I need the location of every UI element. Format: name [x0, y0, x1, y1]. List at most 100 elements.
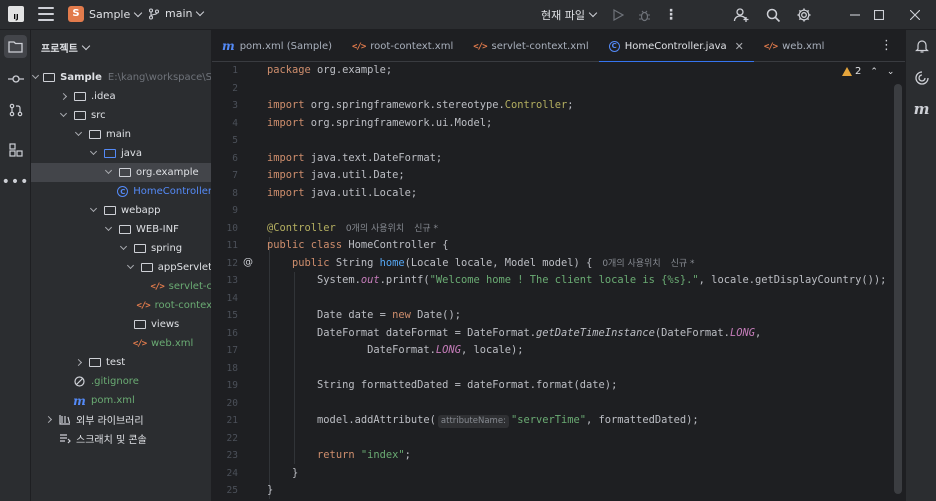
project-folder-icon[interactable]	[4, 35, 27, 58]
tree-item[interactable]: views	[31, 315, 211, 334]
code-editor[interactable]: 1 2 3 4 5 6 7 8 9 10 11 12 13 14 15 16 17 18 19 20 21 22 23 24 2…	[212, 62, 905, 501]
search-icon[interactable]	[763, 5, 783, 25]
line-number: 17	[226, 345, 238, 356]
commit-icon[interactable]	[4, 67, 27, 90]
tree-item[interactable]: test	[31, 353, 211, 372]
editor-tab[interactable]: </> servlet-context.xml	[463, 30, 598, 62]
xml-file-icon: </>	[150, 281, 165, 292]
chevron-down-icon[interactable]	[126, 261, 135, 270]
settings-gear-icon[interactable]	[794, 5, 814, 25]
chevron-right-icon[interactable]	[58, 92, 68, 101]
tree-item[interactable]: </> web.xml	[31, 334, 211, 353]
run-config-label: 현재 파일	[541, 9, 585, 22]
chevron-right-icon[interactable]	[73, 358, 83, 367]
git-branch-icon	[148, 7, 160, 20]
code-line-25: }	[267, 484, 274, 496]
at-annotation-icon[interactable]: @	[243, 257, 253, 268]
chevron-down-icon[interactable]: ⌄	[887, 67, 895, 77]
folder-icon	[73, 110, 86, 121]
branch-switcher[interactable]: main	[148, 7, 205, 20]
tree-item[interactable]: C HomeController	[31, 182, 211, 201]
tree-item[interactable]: m pom.xml	[31, 391, 211, 410]
folder-icon	[140, 262, 153, 273]
chevron-down-icon[interactable]	[103, 223, 113, 232]
package-icon	[118, 167, 131, 178]
tree-item[interactable]: main	[31, 125, 211, 144]
java-class-icon: C	[608, 40, 620, 52]
close-tab-icon[interactable]: ✕	[735, 40, 744, 53]
code-line-8: import java.util.Locale;	[267, 186, 418, 199]
code-line-21: model.addAttribute(attributeName: "server…	[317, 414, 699, 428]
usages-hint[interactable]: 0개의 사용위치	[346, 224, 404, 234]
tree-item[interactable]: appServlet	[31, 258, 211, 277]
chevron-down-icon[interactable]	[88, 147, 98, 156]
new-hint[interactable]: 신규 *	[414, 224, 438, 234]
chevron-down-icon	[134, 8, 143, 18]
pull-requests-icon[interactable]	[4, 98, 27, 121]
tree-item[interactable]: 외부 라이브러리	[31, 410, 211, 429]
chevron-down-icon[interactable]	[118, 242, 128, 251]
tree-item[interactable]: WEB-INF	[31, 220, 211, 239]
editor-tab[interactable]: </> root-context.xml	[342, 30, 463, 62]
tree-item[interactable]: 스크래치 및 콘솔	[31, 429, 211, 448]
line-number: 13	[226, 275, 238, 286]
tree-item-label: org.example	[136, 167, 199, 178]
editor-tab[interactable]: </> web.xml	[754, 30, 835, 62]
more-horizontal-icon[interactable]: •••	[2, 170, 29, 193]
more-vertical-icon[interactable]: ⋮	[880, 38, 893, 53]
editor-tab[interactable]: m pom.xml (Sample)	[212, 30, 342, 62]
notifications-bell-icon[interactable]	[910, 35, 933, 58]
more-vertical-icon[interactable]: ⋮	[661, 5, 681, 25]
chevron-down-icon	[196, 7, 205, 16]
folder-icon	[133, 243, 146, 254]
usages-hint[interactable]: 0개의 사용위치	[602, 259, 660, 269]
code-line-10: @Controller 0개의 사용위치 신규 *	[267, 221, 439, 234]
line-number: 24	[226, 467, 238, 479]
tree-item[interactable]: </> root-contex	[31, 296, 211, 315]
project-badge[interactable]: S	[68, 6, 84, 22]
tree-item[interactable]: webapp	[31, 201, 211, 220]
project-panel-title[interactable]: 프로젝트	[41, 40, 91, 55]
chevron-up-icon[interactable]: ⌃	[870, 67, 878, 77]
tree-item-label: main	[106, 129, 131, 140]
tree-item[interactable]: </> servlet-c	[31, 277, 211, 296]
title-bar: IJ S Sample main 현재 파일 ⋮	[0, 0, 936, 30]
project-path-hint: E:\kang\workspace\S	[107, 72, 212, 83]
tree-item[interactable]: .idea	[31, 87, 211, 106]
inspection-widget[interactable]: 2 ⌃ ⌄	[842, 66, 894, 77]
tree-item-label: java	[121, 148, 142, 159]
tree-item-label: src	[91, 110, 106, 121]
tree-item-label: spring	[151, 243, 183, 254]
close-window-button[interactable]	[892, 0, 936, 30]
chevron-down-icon[interactable]	[58, 109, 68, 118]
chevron-down-icon[interactable]	[103, 166, 113, 175]
tree-item[interactable]: .gitignore	[31, 372, 211, 391]
new-hint[interactable]: 신규 *	[671, 259, 695, 269]
structure-icon[interactable]	[4, 138, 27, 161]
main-menu-icon[interactable]	[38, 7, 54, 21]
editor-scrollbar[interactable]	[894, 84, 902, 494]
code-line-13: System.out.printf("Welcome home ! The cl…	[317, 274, 887, 286]
debug-icon[interactable]	[634, 5, 654, 25]
add-user-icon[interactable]	[731, 5, 751, 25]
tree-item[interactable]: org.example	[31, 163, 211, 182]
chevron-down-icon[interactable]	[32, 71, 40, 80]
tree-item[interactable]: src	[31, 106, 211, 125]
chevron-right-icon[interactable]	[43, 415, 53, 424]
run-configuration-selector[interactable]: 현재 파일	[541, 7, 598, 23]
editor-tab[interactable]: C HomeController.java ✕	[598, 30, 754, 63]
java-class-icon: C	[117, 186, 129, 197]
ai-assistant-icon[interactable]	[910, 66, 933, 89]
line-number: 16	[226, 327, 238, 339]
gitignore-icon	[73, 376, 86, 387]
tree-item-label: test	[106, 357, 126, 368]
tree-item[interactable]: spring	[31, 239, 211, 258]
run-icon[interactable]	[608, 5, 628, 25]
chevron-down-icon[interactable]	[73, 128, 83, 137]
tree-item[interactable]: java	[31, 144, 211, 163]
chevron-down-icon[interactable]	[88, 204, 98, 213]
project-switcher[interactable]: Sample	[89, 8, 143, 21]
tree-item-label: WEB-INF	[136, 224, 179, 235]
tree-item[interactable]: Sample E:\kang\workspace\S	[31, 68, 212, 87]
maven-icon[interactable]: m	[910, 97, 933, 120]
